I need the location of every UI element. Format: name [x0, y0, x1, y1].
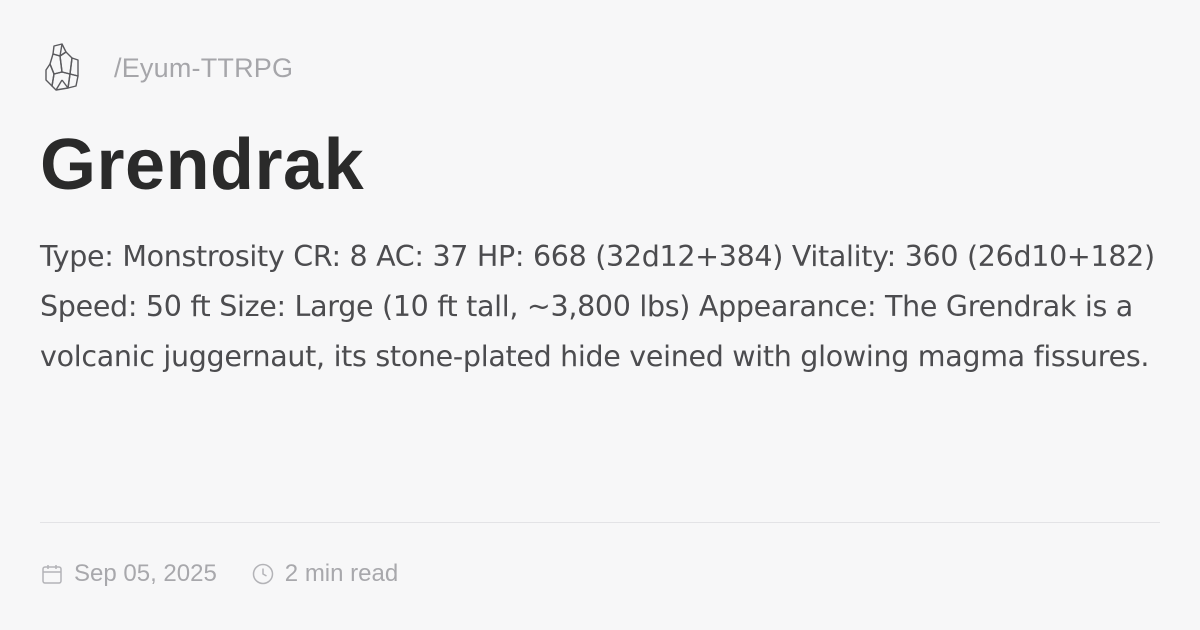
page-title: Grendrak [40, 125, 365, 205]
site-header: /Eyum-TTRPG [42, 40, 293, 96]
crystal-icon[interactable] [42, 40, 94, 96]
date-meta: Sep 05, 2025 [40, 560, 217, 588]
read-time-meta: 2 min read [251, 560, 398, 588]
divider [40, 522, 1160, 523]
post-date: Sep 05, 2025 [74, 560, 217, 587]
post-meta: Sep 05, 2025 2 min read [40, 556, 432, 592]
clock-icon [252, 563, 274, 585]
site-path-link[interactable]: /Eyum-TTRPG [114, 53, 293, 84]
calendar-icon [42, 565, 62, 584]
read-time: 2 min read [284, 560, 399, 587]
post-description: Type: Monstrosity CR: 8 AC: 37 HP: 668 (… [40, 240, 1155, 373]
